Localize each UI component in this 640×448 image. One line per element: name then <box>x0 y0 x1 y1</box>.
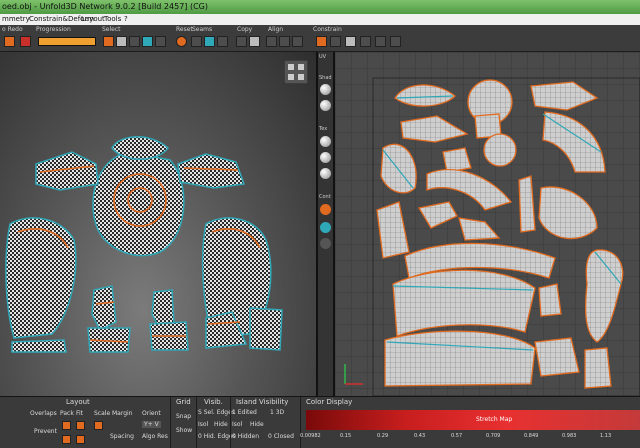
menu-symmetry[interactable]: mmetry <box>2 15 30 23</box>
group-constrain: Constrain <box>313 26 342 33</box>
align-center-button[interactable] <box>279 36 290 47</box>
scale-button[interactable] <box>94 421 103 430</box>
margin-label: Margin <box>112 410 133 417</box>
texture-checker-icon[interactable] <box>320 136 331 147</box>
stretch-tick: 0.00982 <box>300 433 321 439</box>
layout-header: Layout <box>66 398 90 406</box>
island-hide-button[interactable]: Hide <box>250 421 264 428</box>
visib-isol-button[interactable]: Isol <box>198 421 208 428</box>
copy-button[interactable] <box>236 36 247 47</box>
constrain-v-button[interactable] <box>360 36 371 47</box>
group-undo-redo: o Redo <box>2 26 23 33</box>
reset-button[interactable] <box>176 36 187 47</box>
select-clear-button[interactable] <box>103 36 114 47</box>
gutter-label-cont: Cont <box>319 194 331 200</box>
bottom-panel: Layout Overlaps Prevent Pack Fit Scale M… <box>0 396 640 448</box>
constrain-axis-button[interactable] <box>390 36 401 47</box>
seams-weld-button[interactable] <box>204 36 215 47</box>
texture-map-icon[interactable] <box>320 168 331 179</box>
fit-button[interactable] <box>76 421 85 430</box>
island-closed-label: 0 Closed <box>268 433 294 440</box>
prevent-overlap-button[interactable] <box>62 435 71 444</box>
gutter-label-uv: UV <box>319 54 327 60</box>
seams-loop-button[interactable] <box>217 36 228 47</box>
scale-label: Scale <box>94 410 111 417</box>
island-isol-button[interactable]: Isol <box>232 421 242 428</box>
contrast-icon[interactable] <box>320 204 331 215</box>
stretch-tick: 0.709 <box>486 433 501 439</box>
island-edited-label: 1 Edited <box>232 409 257 416</box>
island-visibility-header: Island Visibility <box>236 398 289 406</box>
viewport-uv[interactable] <box>335 52 640 396</box>
group-reset: Reset <box>176 26 193 33</box>
group-align: Align <box>268 26 284 33</box>
menu-help[interactable]: ? <box>124 15 128 23</box>
paste-button[interactable] <box>249 36 260 47</box>
grid-show-button[interactable]: Show <box>176 427 192 434</box>
stretch-tick: 0.983 <box>562 433 577 439</box>
pack-button[interactable] <box>62 421 71 430</box>
window-title: oed.obj - Unfold3D Network 9.0.2 [Build … <box>2 2 208 11</box>
island-hidden-label: 0 Hidden <box>232 433 260 440</box>
visib-hide-button[interactable]: Hide <box>214 421 228 428</box>
menu-tools[interactable]: Tools <box>104 15 121 23</box>
gutter-label-shad: Shad <box>319 75 332 81</box>
align-right-button[interactable] <box>292 36 303 47</box>
color-display-header: Color Display <box>306 398 353 406</box>
stretch-tick: 1.13 <box>600 433 612 439</box>
constrain-free-button[interactable] <box>375 36 386 47</box>
shading-sphere-icon[interactable] <box>320 84 331 95</box>
group-copy: Copy <box>237 26 253 33</box>
title-bar: oed.obj - Unfold3D Network 9.0.2 [Build … <box>0 0 640 14</box>
stretch-map-bar[interactable]: Stretch Map <box>306 410 640 430</box>
select-grow-button[interactable] <box>155 36 166 47</box>
redo-button[interactable] <box>4 36 15 47</box>
prevent-label: Prevent <box>34 428 57 435</box>
select-invert-button[interactable] <box>129 36 140 47</box>
seams-cut-button[interactable] <box>191 36 202 47</box>
constrain-pin-button[interactable] <box>316 36 327 47</box>
contrast-high-icon[interactable] <box>320 222 331 233</box>
menu-bar: mmetry Constrain&Deform Layout Tools ? <box>0 14 640 25</box>
gutter-label-tex: Tex <box>319 126 328 132</box>
uv-tool-gutter: UV Shad Tex Cont <box>318 52 333 396</box>
group-seams: Seams <box>192 26 213 33</box>
stretch-tick: 0.849 <box>524 433 539 439</box>
stretch-tick: 0.15 <box>340 433 352 439</box>
grid-snap-button[interactable]: Snap <box>176 413 191 420</box>
orient-select[interactable]: Y+ V <box>142 421 161 428</box>
viewport-3d[interactable] <box>0 52 316 396</box>
orient-label: Orient <box>142 410 161 417</box>
fit-pack-button[interactable] <box>76 435 85 444</box>
texture-grid-icon[interactable] <box>320 152 331 163</box>
stretch-tick: 0.29 <box>377 433 389 439</box>
group-select: Select <box>102 26 121 33</box>
grid-header: Grid <box>176 398 191 406</box>
align-left-button[interactable] <box>266 36 277 47</box>
menu-layout[interactable]: Layout <box>81 15 105 23</box>
stop-button[interactable] <box>20 36 31 47</box>
model-3d <box>5 136 283 353</box>
stretch-map-label: Stretch Map <box>476 416 513 423</box>
uv-layout <box>335 52 640 396</box>
pack-label: Pack <box>60 410 74 417</box>
view-cube-icon[interactable] <box>284 60 308 84</box>
group-progression: Progression <box>36 26 71 33</box>
main-toolbar: o Redo Progression Select Reset Seams Co… <box>0 25 640 52</box>
spacing-label: Spacing <box>110 433 134 440</box>
island-3d-label: 1 3D <box>270 409 285 416</box>
contrast-low-icon[interactable] <box>320 238 331 249</box>
stretch-tick: 0.43 <box>414 433 426 439</box>
select-island-button[interactable] <box>142 36 153 47</box>
overlaps-label: Overlaps <box>30 410 57 417</box>
select-all-button[interactable] <box>116 36 127 47</box>
algo-res-label: Algo Res <box>142 433 168 440</box>
constrain-h-button[interactable] <box>345 36 356 47</box>
progress-bar <box>38 37 96 46</box>
constrain-lock-button[interactable] <box>330 36 341 47</box>
fit-label: Fit <box>76 410 84 417</box>
stretch-tick: 0.57 <box>451 433 463 439</box>
shading-flat-icon[interactable] <box>320 100 331 111</box>
visib-header: Visib. <box>204 398 223 406</box>
